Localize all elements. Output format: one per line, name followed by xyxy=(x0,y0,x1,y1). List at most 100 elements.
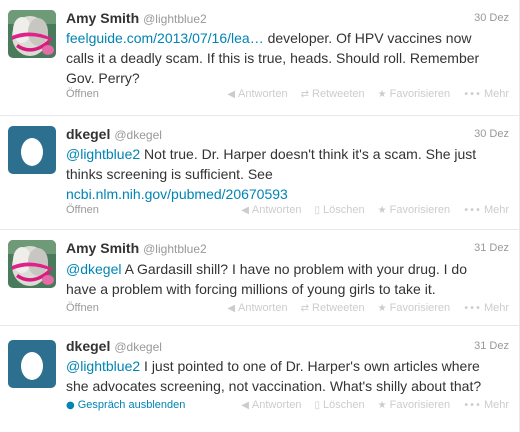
retweet-button[interactable]: ⇄ Retweeten xyxy=(301,88,365,100)
tweet-stream: Amy Smith @lightblue2 30 Dez feelguide.co… xyxy=(0,0,520,432)
favorite-button[interactable]: ★ Favorisieren xyxy=(378,399,451,411)
tweet-actions: ◀ Antworten ⇄ Retweeten ★ Favorisieren ••• M… xyxy=(217,302,509,314)
reply-label: Antworten xyxy=(238,302,288,314)
reply-icon: ◀ xyxy=(227,89,236,100)
tweet-url-link[interactable]: ncbi.nlm.nih.gov/pubmed/20670593 xyxy=(66,184,506,204)
retweet-icon: ⇄ xyxy=(300,303,310,314)
hide-conversation-label: Gespräch ausblenden xyxy=(77,399,186,411)
delete-label: Löschen xyxy=(323,399,365,411)
reply-button[interactable]: ◀ Antworten xyxy=(241,399,301,411)
more-button[interactable]: ••• Mehr xyxy=(463,204,509,216)
speech-bubble-icon: ● xyxy=(66,400,75,411)
mention-link[interactable]: @lightblue2 xyxy=(66,146,140,162)
username[interactable]: @dkegel xyxy=(114,340,162,354)
avatar[interactable] xyxy=(8,10,56,58)
timestamp[interactable]: 31 Dez xyxy=(474,242,509,254)
reply-label: Antworten xyxy=(251,399,302,411)
tweet-item[interactable]: Amy Smith @lightblue2 31 Dez @dkegel A Ga… xyxy=(0,230,519,326)
tweet-text: @lightblue2 Not true. Dr. Harper doesn't… xyxy=(66,144,506,204)
mention-link[interactable]: @lightblue2 xyxy=(66,358,140,374)
reply-button[interactable]: ◀ Antworten xyxy=(227,302,287,314)
tweet-text-line: thinks screening is sufficient. See xyxy=(66,166,273,182)
tweet-header: Amy Smith @lightblue2 30 Dez xyxy=(66,10,509,28)
fullname[interactable]: Amy Smith xyxy=(66,240,139,256)
favorite-label: Favorisieren xyxy=(389,204,451,216)
tweet-text: feelguide.com/2013/07/16/lea… developer.… xyxy=(66,28,506,88)
more-label: Mehr xyxy=(483,399,509,411)
open-link[interactable]: Öffnen xyxy=(66,302,99,314)
reply-icon: ◀ xyxy=(241,400,249,411)
tweet-text-line: A Gardasill shill? I have no problem wit… xyxy=(121,261,467,277)
hide-conversation-link[interactable]: ● Gespräch ausblenden xyxy=(66,399,185,411)
amy-avatar-icon xyxy=(8,240,56,288)
star-icon: ★ xyxy=(377,400,387,411)
fullname[interactable]: dkegel xyxy=(66,126,110,142)
favorite-label: Favorisieren xyxy=(389,399,451,411)
reply-button[interactable]: ◀ Antworten xyxy=(227,88,287,100)
fullname[interactable]: Amy Smith xyxy=(66,10,139,26)
avatar[interactable] xyxy=(8,240,56,288)
tweet-actions: ◀ Antworten ▯ Löschen ★ Favorisieren ••• Meh… xyxy=(231,399,509,411)
egg-avatar-icon xyxy=(8,340,56,388)
tweet-actions: ◀ Antworten ⇄ Retweeten ★ Favorisieren ••• M… xyxy=(217,88,509,100)
more-icon: ••• xyxy=(463,89,481,100)
tweet-text: @dkegel A Gardasill shill? I have no pro… xyxy=(66,259,506,299)
favorite-button[interactable]: ★ Favorisieren xyxy=(378,88,451,100)
star-icon: ★ xyxy=(377,89,387,100)
open-link[interactable]: Öffnen xyxy=(66,88,99,100)
reply-button[interactable]: ◀ Antworten xyxy=(241,204,301,216)
reply-icon: ◀ xyxy=(227,303,236,314)
tweet-item[interactable]: dkegel @dkegel 30 Dez @lightblue2 Not tru… xyxy=(0,116,519,230)
tweet-text-line: have a problem with forcing millions of … xyxy=(66,281,436,297)
tweet-url-link[interactable]: feelguide.com/2013/07/16/lea… xyxy=(66,30,264,46)
avatar[interactable] xyxy=(8,126,56,174)
retweet-icon: ⇄ xyxy=(300,89,310,100)
username[interactable]: @dkegel xyxy=(114,128,162,142)
tweet-footer: Öffnen ◀ Antworten ⇄ Retweeten ★ Favorisier… xyxy=(66,302,509,318)
tweet-item[interactable]: Amy Smith @lightblue2 30 Dez feelguide.co… xyxy=(0,0,519,116)
mention-link[interactable]: @dkegel xyxy=(66,261,121,277)
amy-avatar-icon xyxy=(8,10,56,58)
delete-button[interactable]: ▯ Löschen xyxy=(315,204,365,216)
username[interactable]: @lightblue2 xyxy=(143,242,207,256)
egg-avatar-icon xyxy=(8,126,56,174)
tweet-text-line: developer. Of HPV vaccines now xyxy=(263,30,472,46)
favorite-label: Favorisieren xyxy=(389,88,451,100)
tweet-header: dkegel @dkegel 31 Dez xyxy=(66,338,509,356)
delete-button[interactable]: ▯ Löschen xyxy=(315,399,365,411)
tweet-footer: ● Gespräch ausblenden ◀ Antworten ▯ Löschen… xyxy=(66,399,509,415)
tweet-actions: ◀ Antworten ▯ Löschen ★ Favorisieren ••• Meh… xyxy=(231,204,509,216)
retweet-label: Retweeten xyxy=(312,88,365,100)
avatar[interactable] xyxy=(8,340,56,388)
more-icon: ••• xyxy=(463,400,481,411)
username[interactable]: @lightblue2 xyxy=(143,12,207,26)
timestamp[interactable]: 30 Dez xyxy=(474,12,509,24)
favorite-button[interactable]: ★ Favorisieren xyxy=(378,204,451,216)
tweet-text-line: she advocates screening, not vaccination… xyxy=(66,378,482,394)
timestamp[interactable]: 30 Dez xyxy=(474,128,509,140)
trash-icon: ▯ xyxy=(314,400,321,411)
tweet-footer: Öffnen ◀ Antworten ▯ Löschen ★ Favorisieren… xyxy=(66,204,509,220)
more-label: Mehr xyxy=(483,204,509,216)
trash-icon: ▯ xyxy=(314,205,321,216)
tweet-text-line: Gov. Perry? xyxy=(66,70,140,86)
more-button[interactable]: ••• Mehr xyxy=(463,302,509,314)
favorite-button[interactable]: ★ Favorisieren xyxy=(378,302,451,314)
tweet-text: @lightblue2 I just pointed to one of Dr.… xyxy=(66,356,506,396)
fullname[interactable]: dkegel xyxy=(66,338,110,354)
tweet-text-line: I just pointed to one of Dr. Harper's ow… xyxy=(140,358,480,374)
reply-label: Antworten xyxy=(251,204,302,216)
retweet-label: Retweeten xyxy=(312,302,365,314)
more-icon: ••• xyxy=(463,205,481,216)
more-button[interactable]: ••• Mehr xyxy=(463,88,509,100)
tweet-header: dkegel @dkegel 30 Dez xyxy=(66,126,509,144)
open-link[interactable]: Öffnen xyxy=(66,204,99,216)
timestamp[interactable]: 31 Dez xyxy=(474,340,509,352)
tweet-footer: Öffnen ◀ Antworten ⇄ Retweeten ★ Favorisier… xyxy=(66,88,509,104)
star-icon: ★ xyxy=(377,205,387,216)
more-button[interactable]: ••• Mehr xyxy=(463,399,509,411)
retweet-button[interactable]: ⇄ Retweeten xyxy=(301,302,365,314)
favorite-label: Favorisieren xyxy=(389,302,451,314)
reply-icon: ◀ xyxy=(241,205,249,216)
tweet-item[interactable]: dkegel @dkegel 31 Dez @lightblue2 I just … xyxy=(0,326,519,432)
